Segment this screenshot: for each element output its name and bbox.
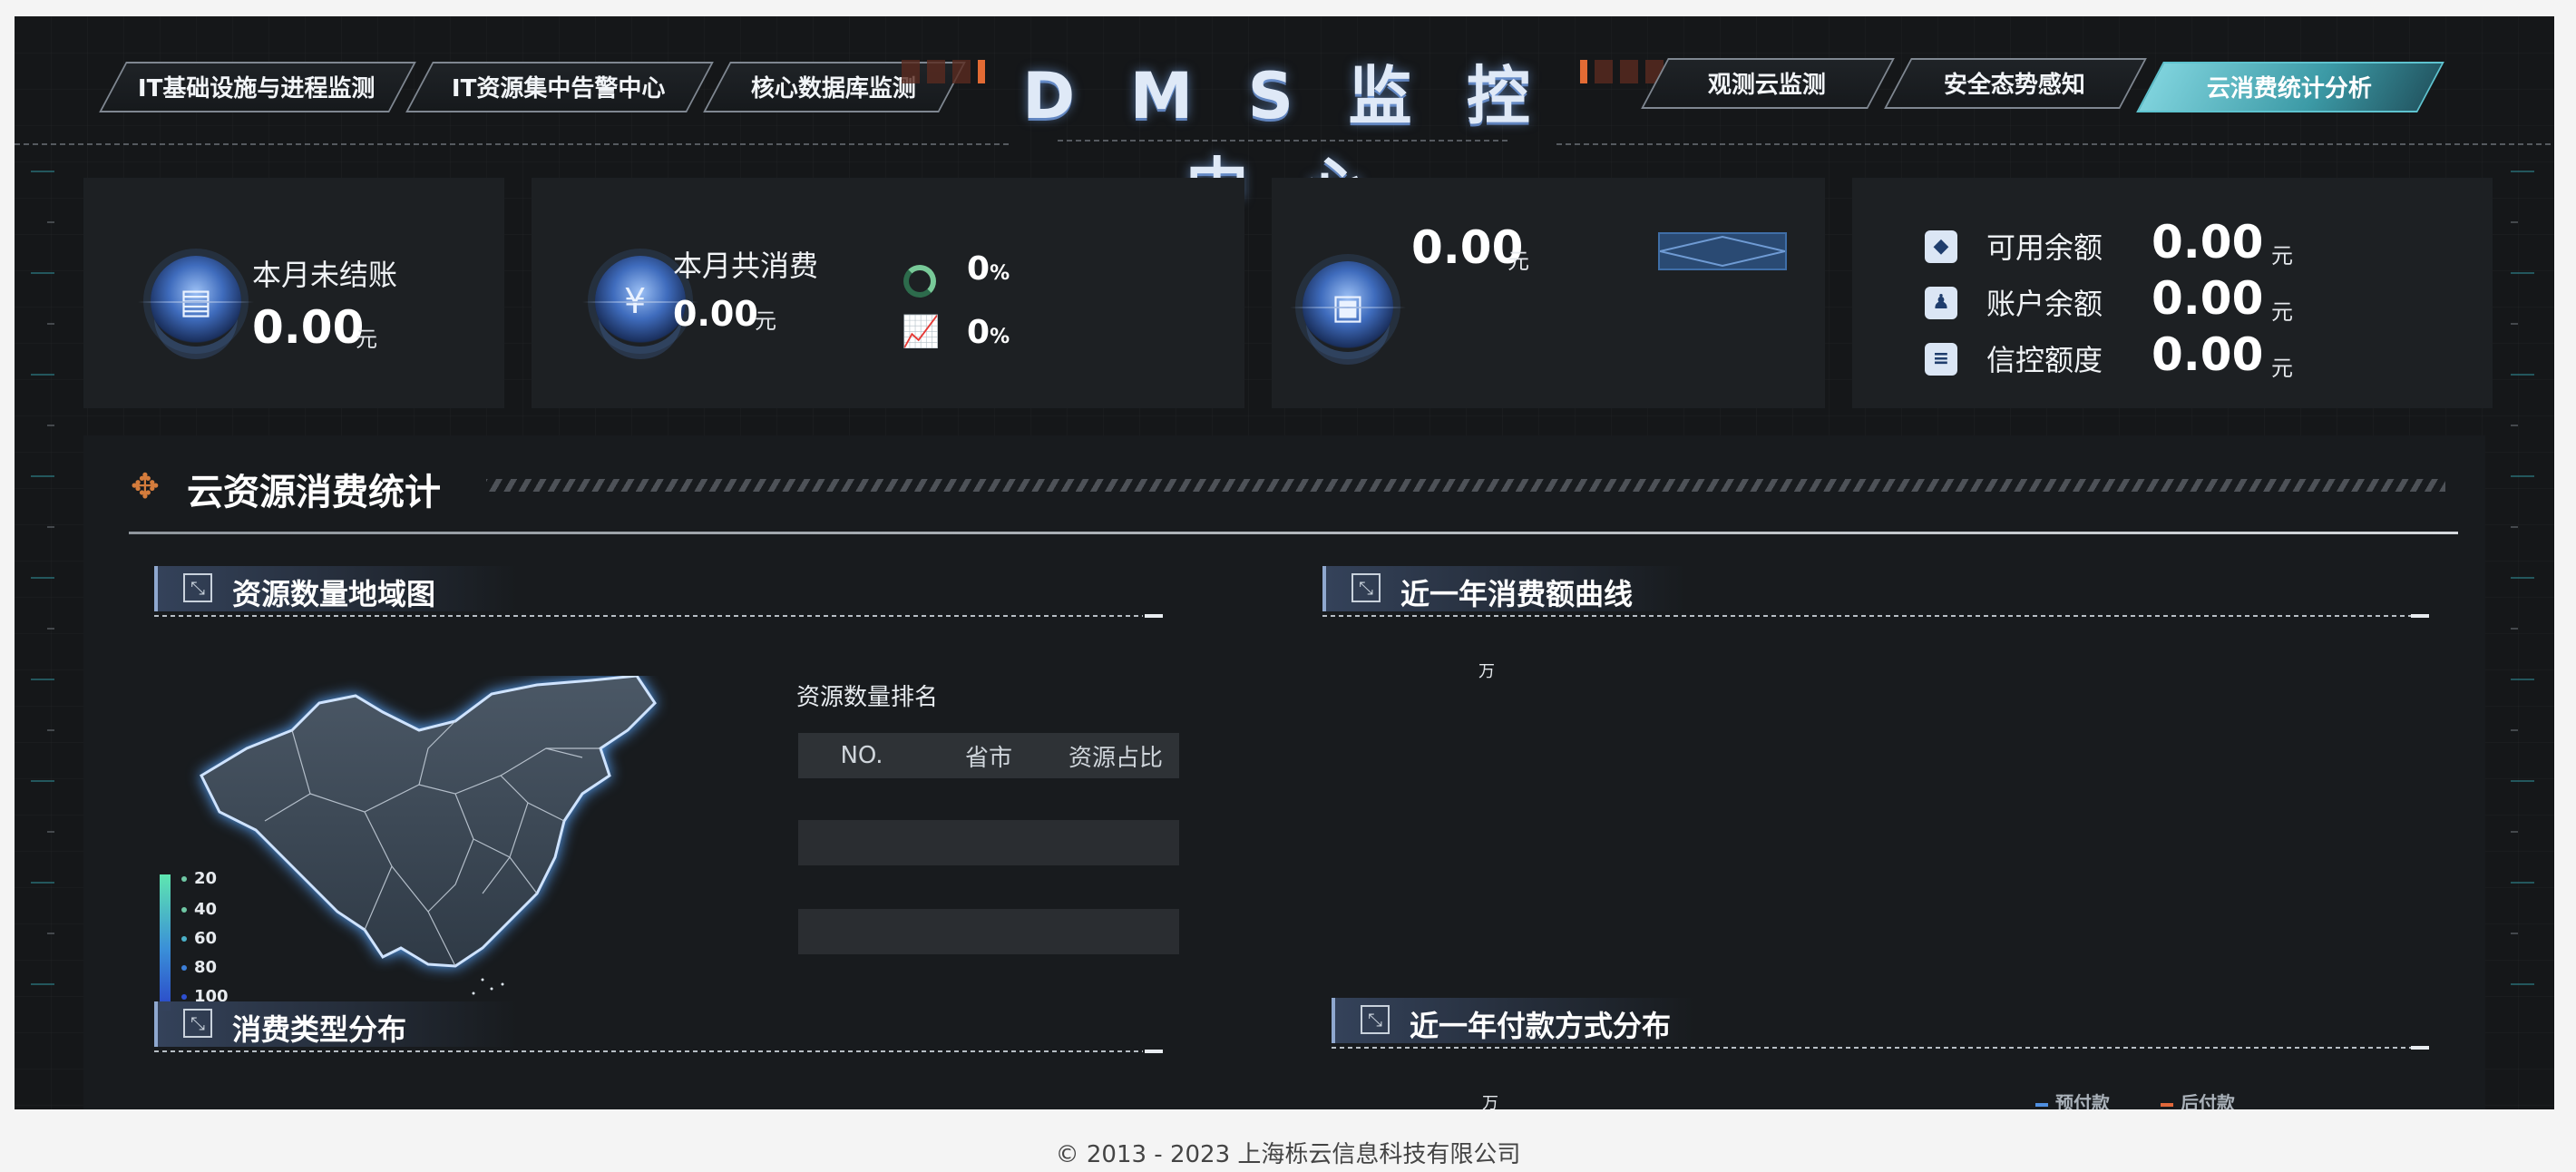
legend-prepaid[interactable]: 预付款	[2035, 1089, 2110, 1109]
tab-observability-cloud[interactable]: 观测云监测	[1641, 58, 1895, 109]
card-balances: ◆ 可用余额 0.00 元 ♟ 账户余额 0.00 元 ≡ 信控额度 0.00 …	[1852, 178, 2493, 408]
third-unit: 元	[1508, 249, 1529, 274]
consumption-ratio-2: 0%	[967, 314, 1010, 351]
ranking-col-province: 省市	[964, 744, 1012, 772]
section-title: 云资源消费统计	[187, 472, 441, 513]
header: IT基础设施与进程监测 IT资源集中告警中心 核心数据库监测 D M S 监 控…	[15, 16, 2554, 225]
credit-limit-icon: ≡	[1925, 343, 1957, 376]
consumption-unit: 元	[755, 308, 776, 334]
ring-progress-icon	[903, 265, 936, 298]
right-side-rail	[2511, 171, 2538, 1091]
wallet-icon: ▣	[1290, 261, 1406, 352]
map-scale-bar	[160, 874, 171, 1011]
tab-it-alert-center[interactable]: IT资源集中告警中心	[405, 62, 714, 112]
diamond-decoration	[1658, 232, 1787, 270]
panel-title-payment-method: 近一年付款方式分布	[1410, 1009, 1672, 1043]
map-legend-20: 20	[181, 869, 217, 888]
money-bag-icon: ¥	[582, 256, 698, 347]
section-stripes	[486, 479, 2445, 492]
card-consumption: ¥ 本月共消费 0.00 元 0% 📈 0%	[532, 178, 1244, 408]
consumption-ratio-1: 0%	[967, 250, 1010, 288]
card-unsettled: ▤ 本月未结账 0.00 元	[83, 178, 504, 408]
header-decoration-left	[902, 58, 985, 85]
panel-title-yearly-curve: 近一年消费额曲线	[1400, 577, 1634, 611]
header-divider-left	[15, 143, 1012, 145]
panel-head-yearly-curve: ⤡ 近一年消费额曲线	[1322, 566, 1685, 611]
payment-method-unit: 万	[1482, 1094, 1498, 1109]
panel-expand-icon: ⤡	[183, 1009, 212, 1038]
account-balance-unit: 元	[2271, 299, 2293, 325]
account-balance-icon: ♟	[1925, 287, 1957, 319]
ranking-table-header: NO. 省市 资源占比	[798, 733, 1179, 778]
copyright-footer: © 2013 - 2023 上海栎云信息科技有限公司	[1055, 1141, 1521, 1168]
available-balance-value: 0.00	[2152, 216, 2264, 269]
header-divider-right	[1556, 143, 2554, 145]
credit-limit-label: 信控额度	[1986, 343, 2103, 377]
credit-limit-value: 0.00	[2152, 328, 2264, 381]
panel-rule-yearly-curve	[1322, 615, 2411, 617]
map-legend-80: 80	[181, 958, 217, 977]
ranking-col-share: 资源占比	[1068, 744, 1163, 772]
table-row[interactable]	[798, 909, 1179, 954]
consumption-label: 本月共消费	[673, 249, 819, 283]
panel-head-payment-method: ⤡ 近一年付款方式分布	[1332, 998, 1694, 1043]
panel-head-consumption-type: ⤡ 消费类型分布	[154, 1001, 517, 1047]
credit-limit-unit: 元	[2271, 356, 2293, 381]
panel-expand-icon: ⤡	[1361, 1005, 1390, 1034]
legend-postpaid[interactable]: 后付款	[2161, 1089, 2235, 1109]
section-divider	[129, 532, 2458, 534]
map-legend-60: 60	[181, 929, 217, 948]
account-balance-value: 0.00	[2152, 272, 2264, 325]
available-balance-label: 可用余额	[1986, 230, 2103, 265]
map-legend-40: 40	[181, 900, 217, 919]
trend-chart-icon: 📈	[902, 314, 941, 350]
dashboard: IT基础设施与进程监测 IT资源集中告警中心 核心数据库监测 D M S 监 控…	[15, 16, 2554, 1109]
cloud-consumption-section: ✥ 云资源消费统计 ⤡ 资源数量地域图 20 40 60 80 100 资源数量…	[83, 435, 2485, 1109]
tab-cloud-consumption[interactable]: 云消费统计分析	[2136, 62, 2444, 112]
panel-rule-payment-method	[1332, 1047, 2411, 1049]
china-map[interactable]	[183, 676, 727, 1002]
tab-it-infrastructure[interactable]: IT基础设施与进程监测	[99, 62, 416, 112]
table-row[interactable]	[798, 820, 1179, 865]
panel-expand-icon: ⤡	[183, 573, 212, 602]
consumption-value: 0.00	[673, 294, 758, 334]
third-value: 0.00	[1411, 221, 1524, 274]
unsettled-value: 0.00	[252, 301, 365, 354]
bill-icon: ▤	[138, 256, 254, 347]
unsettled-label: 本月未结账	[252, 258, 398, 292]
unsettled-unit: 元	[356, 327, 377, 352]
yearly-curve-unit: 万	[1478, 662, 1495, 681]
move-arrows-icon: ✥	[131, 466, 160, 506]
panel-head-region: ⤡ 资源数量地域图	[154, 566, 517, 611]
ranking-title: 资源数量排名	[796, 684, 939, 711]
available-balance-unit: 元	[2271, 243, 2293, 269]
ranking-col-no: NO.	[840, 742, 883, 769]
header-decoration-right	[1580, 58, 1664, 85]
panel-title-consumption-type: 消费类型分布	[232, 1012, 407, 1047]
tab-security-awareness[interactable]: 安全态势感知	[1884, 58, 2147, 109]
panel-rule-consumption-type	[154, 1050, 1143, 1052]
card-third: ▣ 0.00 元	[1272, 178, 1825, 408]
panel-expand-icon: ⤡	[1351, 573, 1381, 602]
available-balance-icon: ◆	[1925, 230, 1957, 263]
panel-rule-region	[154, 615, 1143, 617]
account-balance-label: 账户余额	[1986, 287, 2103, 321]
panel-title-region: 资源数量地域图	[232, 577, 436, 611]
left-side-rail	[31, 171, 58, 1091]
